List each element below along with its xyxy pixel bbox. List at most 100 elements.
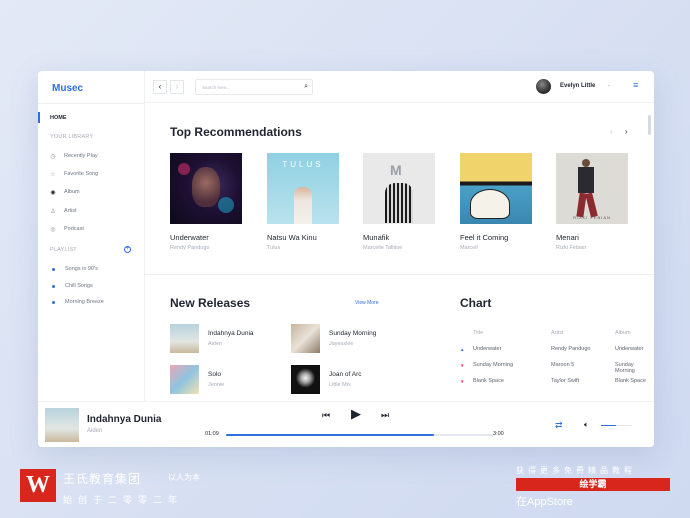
publisher-name: 王氏教育集团 bbox=[63, 472, 142, 486]
release-text: Sunday Morning Jayesslee bbox=[329, 330, 376, 347]
playlist-label: Chill Songs bbox=[65, 283, 93, 289]
sidebar-item-recently-play[interactable]: ◷ Recently Play bbox=[50, 151, 98, 161]
chart-cell-album[interactable]: Underwater bbox=[615, 346, 643, 352]
section-title-new-releases: New Releases bbox=[170, 296, 251, 310]
card-artist: Marcell bbox=[460, 245, 478, 251]
sidebar-item-favorite-song[interactable]: ☆ Favorite Song bbox=[50, 169, 98, 179]
bullet-dot bbox=[52, 300, 55, 304]
album-card[interactable]: Underwater Rendy Pandugo bbox=[170, 153, 242, 251]
user-name[interactable]: Evelyn Little bbox=[560, 83, 595, 89]
album-card[interactable]: RIZKI FEBIAN Menari Rizki Febian bbox=[556, 153, 628, 251]
chart-cell-artist[interactable]: Maroon 5 bbox=[551, 362, 574, 368]
chevron-left-icon[interactable]: ‹ bbox=[610, 127, 613, 136]
playlist-item[interactable]: Chill Songs bbox=[50, 281, 93, 291]
back-button[interactable]: ‹ bbox=[153, 80, 167, 94]
next-icon[interactable]: ⏭ bbox=[381, 410, 389, 421]
card-title: Menari bbox=[556, 233, 579, 242]
album-cover: TULUS bbox=[267, 153, 339, 224]
release-item[interactable]: Joan of Arc Little Mix bbox=[291, 365, 362, 394]
search-icon[interactable]: ⌕ bbox=[304, 83, 308, 91]
chevron-right-icon[interactable]: › bbox=[625, 127, 628, 136]
cover-lettering: TULUS bbox=[282, 160, 324, 169]
search-input[interactable]: Search here... ⌕ bbox=[195, 79, 313, 95]
search-placeholder: Search here... bbox=[202, 85, 231, 90]
scrollbar[interactable] bbox=[648, 115, 651, 135]
sidebar-item-artist[interactable]: ♙ Artist bbox=[50, 206, 77, 216]
star-icon: ☆ bbox=[50, 171, 56, 178]
player-bar: Indahnya Dunia Aiden ⏮ ▶ ⏭ 01:09 3:00 ⇄ … bbox=[38, 401, 654, 447]
promo-text: 获得更多免费精品教程 bbox=[516, 466, 636, 475]
album-cover bbox=[460, 153, 532, 224]
publisher-founded: 始创于二零零二年 bbox=[63, 495, 184, 505]
sidebar-item-album[interactable]: ◉ Album bbox=[50, 187, 79, 197]
app-logo[interactable]: Musec bbox=[52, 83, 83, 94]
release-title: Indahnya Dunia bbox=[208, 330, 254, 337]
promo-store-text: 在AppStore bbox=[516, 496, 573, 508]
cover-lettering: M bbox=[390, 162, 402, 178]
main-content: Top Recommendations ‹ › Underwater Rendy… bbox=[145, 103, 654, 401]
release-cover bbox=[291, 324, 320, 353]
portrait-figure bbox=[582, 159, 590, 167]
section-title-chart: Chart bbox=[460, 296, 492, 310]
add-playlist-button[interactable]: + bbox=[124, 246, 131, 253]
avatar[interactable] bbox=[536, 79, 551, 94]
sidebar-item-label: Recently Play bbox=[64, 153, 98, 159]
portrait-figure bbox=[294, 187, 312, 224]
chart-cell-title[interactable]: Blank Space bbox=[473, 378, 504, 384]
portrait-figure bbox=[585, 192, 598, 218]
sidebar-item-label: Favorite Song bbox=[64, 171, 99, 177]
chart-cell-title[interactable]: Underwater bbox=[473, 346, 501, 352]
album-card[interactable]: TULUS Natsu Wa Kinu Tulus bbox=[267, 153, 339, 251]
playlist-label: Songs in 90's bbox=[65, 266, 98, 272]
card-title: Underwater bbox=[170, 233, 209, 242]
now-playing-title[interactable]: Indahnya Dunia bbox=[87, 414, 161, 425]
chevron-down-icon[interactable]: ⌄ bbox=[607, 82, 611, 88]
card-artist: Tulus bbox=[267, 245, 281, 251]
volume-icon[interactable]: 🔈︎ bbox=[584, 420, 589, 430]
now-playing-artist[interactable]: Aiden bbox=[87, 428, 102, 434]
progress-slider[interactable] bbox=[226, 434, 493, 436]
playlist-item[interactable]: Songs in 90's bbox=[50, 264, 98, 274]
card-title: Natsu Wa Kinu bbox=[267, 233, 317, 242]
now-playing-cover[interactable] bbox=[45, 408, 79, 442]
card-title: Munafik bbox=[363, 233, 390, 242]
previous-icon[interactable]: ⏮ bbox=[322, 410, 330, 421]
trend-down-icon: ▼ bbox=[460, 363, 465, 368]
forward-button[interactable]: › bbox=[170, 80, 184, 94]
bubble-decor bbox=[178, 163, 190, 175]
section-divider bbox=[145, 274, 654, 275]
release-artist: Jayesslee bbox=[329, 341, 354, 347]
playlist-item[interactable]: Morning Breeze bbox=[50, 297, 104, 307]
sidebar-item-label: Artist bbox=[64, 208, 77, 214]
illustration-figure bbox=[470, 189, 510, 219]
album-card[interactable]: Feel it Coming Marcell bbox=[460, 153, 532, 251]
sidebar-item-label: Podcast bbox=[64, 226, 84, 232]
view-more-link[interactable]: View More bbox=[355, 300, 379, 306]
shuffle-icon[interactable]: ⇄ bbox=[555, 420, 563, 431]
release-item[interactable]: Indahnya Dunia Aiden bbox=[170, 324, 254, 353]
chart-cell-album[interactable]: Sunday Morning bbox=[615, 362, 654, 374]
chart-cell-artist[interactable]: Taylor Swift bbox=[551, 378, 579, 384]
sidebar-item-home[interactable]: HOME bbox=[50, 115, 67, 121]
cover-lettering: RIZKI FEBIAN bbox=[573, 215, 611, 220]
play-icon[interactable]: ▶ bbox=[351, 406, 361, 422]
release-title: Joan of Arc bbox=[329, 371, 362, 378]
queue-menu-icon[interactable]: ≡ bbox=[633, 80, 638, 90]
release-text: Indahnya Dunia Aiden bbox=[208, 330, 254, 347]
sidebar: Musec HOME YOUR LIBRARY ◷ Recently Play … bbox=[38, 71, 145, 401]
publisher-logo: W bbox=[20, 469, 56, 502]
release-item[interactable]: Solo Jennie bbox=[170, 365, 224, 394]
chart-cell-title[interactable]: Sunday Morning bbox=[473, 362, 513, 368]
release-cover bbox=[291, 365, 320, 394]
chart-cell-artist[interactable]: Rendy Pandugo bbox=[551, 346, 590, 352]
chart-header-title: Title bbox=[473, 330, 484, 336]
volume-slider[interactable] bbox=[601, 425, 631, 426]
album-card[interactable]: M Munafik Marcelle Tallitoe bbox=[363, 153, 435, 251]
sidebar-item-podcast[interactable]: ◎ Podcast bbox=[50, 224, 84, 234]
release-item[interactable]: Sunday Morning Jayesslee bbox=[291, 324, 376, 353]
volume-fill bbox=[601, 425, 616, 426]
trend-down-icon: ▼ bbox=[460, 379, 465, 384]
sidebar-divider bbox=[38, 103, 145, 104]
chart-cell-album[interactable]: Blank Space bbox=[615, 378, 646, 384]
release-cover bbox=[170, 324, 199, 353]
